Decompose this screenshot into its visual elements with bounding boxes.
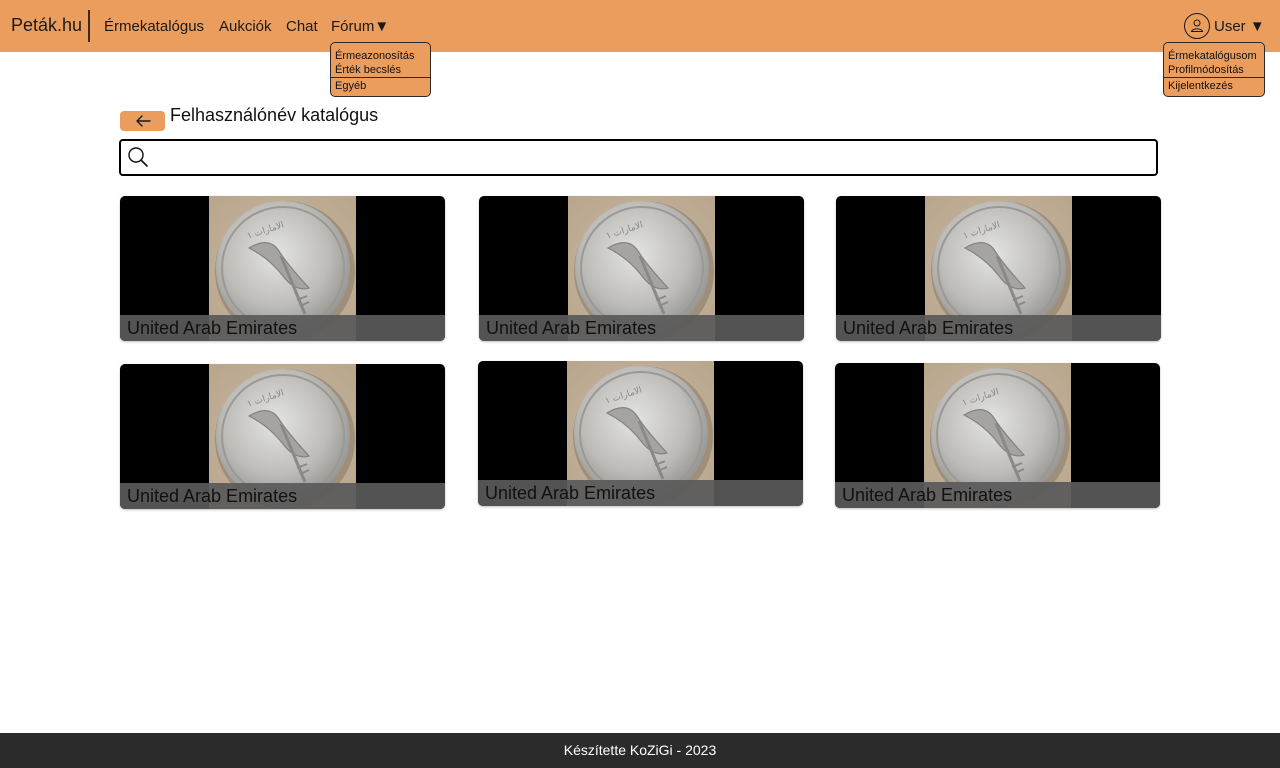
- search-icon: [128, 147, 148, 167]
- forum-menu-item-coin-id[interactable]: Érmeazonosítás: [331, 43, 430, 63]
- brand-divider: [88, 10, 90, 42]
- forum-menu-item-other[interactable]: Egyéb: [331, 77, 430, 93]
- page-title: Felhasználónév katalógus: [170, 105, 379, 125]
- coin-card-caption: United Arab Emirates: [835, 482, 1160, 508]
- nav-link-forum[interactable]: Fórum▼: [331, 18, 389, 35]
- nav-link-chat[interactable]: Chat: [286, 18, 318, 35]
- user-menu-label: User ▼: [1214, 17, 1265, 35]
- coin-card-caption: United Arab Emirates: [478, 480, 803, 506]
- nav-link-catalog[interactable]: Érmekatalógus: [104, 18, 204, 35]
- nav-link-auctions[interactable]: Aukciók: [219, 18, 272, 35]
- user-menu-item-logout[interactable]: Kijelentkezés: [1164, 77, 1264, 93]
- forum-menu-item-value-estimate[interactable]: Érték becslés: [331, 63, 430, 77]
- top-navbar: Peták.hu Érmekatalógus Aukciók Chat Fóru…: [0, 0, 1280, 52]
- footer-credit: Készítette KoZiGi - 2023: [563, 742, 717, 758]
- coin-card[interactable]: United Arab Emirates: [478, 361, 803, 506]
- forum-dropdown-menu: Érmeazonosítás Érték becslés Egyéb: [330, 42, 431, 97]
- coin-card-caption: United Arab Emirates: [120, 315, 445, 341]
- coin-card[interactable]: United Arab Emirates: [120, 196, 445, 341]
- search-input[interactable]: [157, 145, 1147, 170]
- coin-card[interactable]: United Arab Emirates: [120, 364, 445, 509]
- user-menu-item-my-catalog[interactable]: Érmekatalógusom: [1164, 43, 1264, 63]
- arrow-left-icon: [135, 115, 151, 127]
- footer: Készítette KoZiGi - 2023: [0, 733, 1280, 768]
- coin-card[interactable]: United Arab Emirates: [835, 363, 1160, 508]
- coin-card[interactable]: United Arab Emirates: [479, 196, 804, 341]
- coin-card[interactable]: United Arab Emirates: [836, 196, 1161, 341]
- search-bar: [119, 139, 1158, 176]
- user-menu-toggle[interactable]: User ▼: [1184, 13, 1265, 39]
- coin-card-caption: United Arab Emirates: [120, 483, 445, 509]
- user-circle-icon: [1184, 13, 1210, 39]
- brand-logo-link[interactable]: Peták.hu: [11, 15, 82, 36]
- coin-card-caption: United Arab Emirates: [836, 315, 1161, 341]
- coin-card-caption: United Arab Emirates: [479, 315, 804, 341]
- back-button[interactable]: [120, 111, 165, 131]
- user-dropdown-menu: Érmekatalógusom Profilmódosítás Kijelent…: [1163, 42, 1265, 97]
- user-menu-item-profile-edit[interactable]: Profilmódosítás: [1164, 63, 1264, 77]
